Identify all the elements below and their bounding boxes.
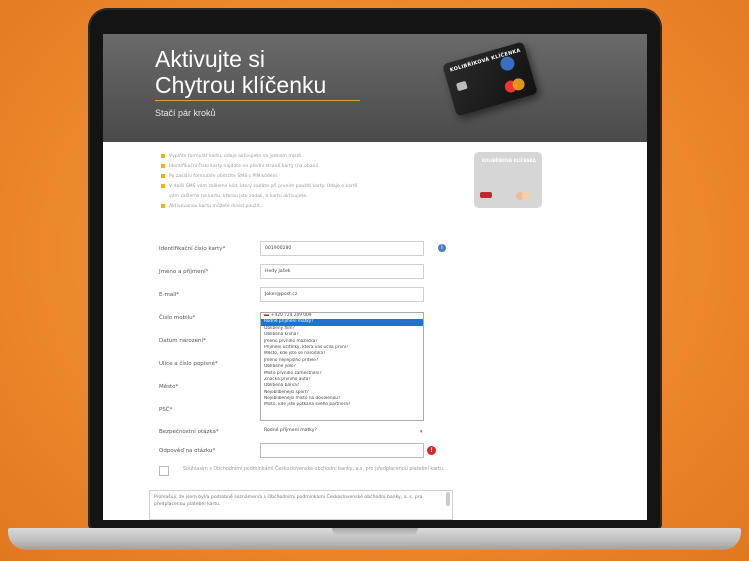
bullet-icon [161, 174, 165, 178]
field-security-question: Bezpečnostní otázka* Rodné příjmení matk… [159, 424, 519, 442]
field-name: Jméno a příjmení* Hedy Jašek [159, 264, 519, 282]
field-card-id: Identifikační číslo karty* 001900280 [159, 241, 519, 259]
dob-label: Datum narození* [159, 338, 206, 344]
card-image: KOLIBŘÍKOVÁ KLÍČENKA [442, 41, 538, 117]
phone-label: Číslo mobilu* [159, 315, 196, 321]
info-icon[interactable]: i [438, 244, 446, 252]
card-badge-icon [480, 192, 492, 198]
title-line-2: Chytrou klíčenku [155, 72, 327, 98]
street-label: Ulice a číslo popisné* [159, 361, 218, 367]
card-illustration-label: KOLIBŘÍKOVÁ KLÍČENKA [482, 158, 536, 163]
email-input[interactable]: Joker@post.cz [260, 287, 424, 302]
field-email: E-mail* Joker@post.cz [159, 287, 519, 305]
consent-text: Souhlasím s Obchodními podmínkami Českos… [183, 467, 445, 472]
bullet-icon [161, 204, 165, 208]
bullet-icon [161, 184, 165, 188]
list-item: Identifikační číslo karty najdete na pře… [161, 162, 511, 171]
list-item: V další SMS vám zašleme kód, který zadát… [161, 182, 511, 191]
circle-icon [522, 192, 530, 200]
security-question-dropdown[interactable]: +420 724 209 009 Rodné příjmení matky? O… [260, 312, 424, 421]
zip-label: PSČ* [159, 407, 173, 413]
field-answer: Odpověď na otázku* [159, 443, 519, 461]
card-id-label: Identifikační číslo karty* [159, 246, 226, 252]
answer-label: Odpověď na otázku* [159, 448, 216, 454]
bullet-icon [161, 154, 165, 158]
bullet-icon [161, 164, 165, 168]
chevron-down-icon[interactable]: ▾ [420, 429, 423, 435]
list-item: Po zaslání formuláře obdržíte SMS s PIN … [161, 172, 511, 181]
flag-icon [264, 313, 269, 316]
email-label: E-mail* [159, 292, 179, 298]
card-id-input[interactable]: 001900280 [260, 241, 424, 256]
list-item: Aktivovanou kartu můžete ihned použít. [161, 202, 511, 211]
error-icon: ! [427, 446, 436, 455]
laptop-screen: Aktivujte si Chytrou klíčenku Stačí pár … [103, 34, 647, 520]
name-input[interactable]: Hedy Jašek [260, 264, 424, 279]
title-underline [155, 100, 360, 101]
instructions-list: Vyplňte formulář kartu, údaje aktivujete… [161, 152, 511, 212]
list-item: Vyplňte formulář kartu, údaje aktivujete… [161, 152, 511, 161]
card-chip-icon [455, 80, 468, 92]
page-title: Aktivujte si Chytrou klíčenku [155, 46, 326, 98]
list-item: vám zašleme na kartu, kterou jste zadali… [169, 194, 308, 199]
page-subtitle: Stačí pár kroků [155, 108, 216, 118]
laptop-notch [332, 528, 418, 535]
name-label: Jméno a příjmení* [159, 269, 209, 275]
question-select[interactable]: Rodné příjmení matky? [260, 424, 424, 439]
textarea-scrollbar[interactable] [446, 492, 450, 506]
card-illustration: KOLIBŘÍKOVÁ KLÍČENKA [474, 152, 542, 208]
consent-checkbox[interactable] [159, 466, 169, 476]
question-label: Bezpečnostní otázka* [159, 429, 219, 435]
city-label: Město* [159, 384, 179, 390]
hero-banner: Aktivujte si Chytrou klíčenku Stačí pár … [103, 34, 647, 142]
answer-input[interactable] [260, 443, 424, 458]
title-line-1: Aktivujte si [155, 46, 265, 72]
dropdown-option[interactable]: Místo, kde jste potkal/a svého partnera? [261, 402, 423, 408]
terms-textarea[interactable]: Prohlašuji, že jsem byl/a podrobně sezná… [149, 490, 453, 520]
